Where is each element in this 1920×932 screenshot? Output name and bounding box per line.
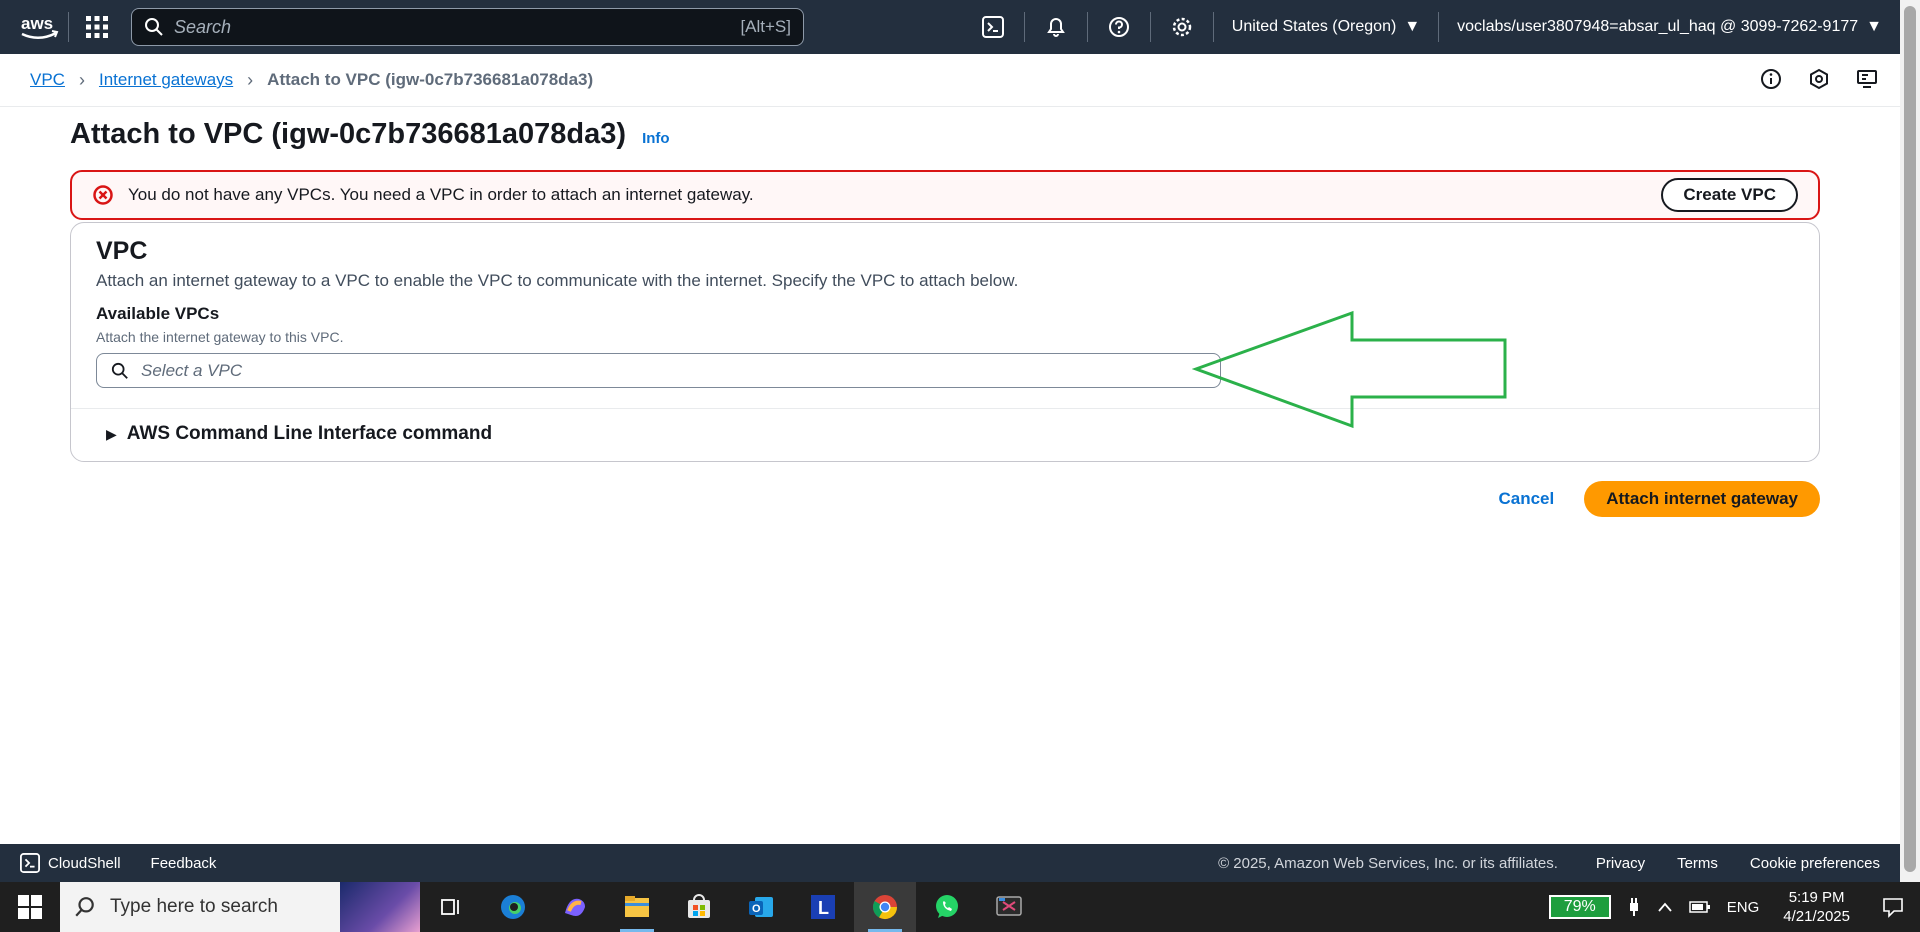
svg-text:L: L bbox=[818, 898, 829, 918]
breadcrumb-current: Attach to VPC (igw-0c7b736681a078da3) bbox=[267, 70, 594, 89]
help-icon[interactable] bbox=[1088, 0, 1150, 54]
panel-heading: VPC bbox=[96, 237, 148, 265]
outlook-icon[interactable]: O bbox=[730, 882, 792, 932]
clock-date: 4/21/2025 bbox=[1783, 908, 1850, 925]
account-menu[interactable]: voclabs/user3807948=absar_ul_haq @ 3099-… bbox=[1439, 0, 1900, 54]
power-plug-icon bbox=[1619, 897, 1649, 917]
error-alert: You do not have any VPCs. You need a VPC… bbox=[70, 170, 1820, 220]
svg-text:aws: aws bbox=[21, 14, 53, 33]
chrome-browser-icon[interactable] bbox=[854, 882, 916, 932]
cloudshell-button[interactable]: CloudShell bbox=[20, 853, 121, 873]
privacy-link[interactable]: Privacy bbox=[1596, 855, 1645, 872]
info-panel-icon[interactable] bbox=[1756, 64, 1786, 94]
vpc-panel: VPC Attach an internet gateway to a VPC … bbox=[70, 222, 1820, 462]
language-indicator[interactable]: ENG bbox=[1719, 899, 1768, 916]
task-view-icon[interactable] bbox=[420, 882, 482, 932]
feedback-link[interactable]: Feedback bbox=[151, 855, 217, 872]
windows-taskbar: Type here to search O L 79% ENG 5:19 PM … bbox=[0, 882, 1920, 932]
search-icon bbox=[75, 897, 94, 917]
svg-text:O: O bbox=[752, 903, 761, 915]
terms-link[interactable]: Terms bbox=[1677, 855, 1718, 872]
search-input[interactable]: Search [Alt+S] bbox=[131, 8, 804, 46]
page-title: Attach to VPC (igw-0c7b736681a078da3) In… bbox=[70, 118, 670, 150]
taskbar-clock[interactable]: 5:19 PM 4/21/2025 bbox=[1767, 888, 1866, 926]
taskbar-search-input[interactable]: Type here to search bbox=[60, 882, 420, 932]
cli-command-expander[interactable]: ▶ AWS Command Line Interface command bbox=[106, 423, 492, 445]
notification-center-icon[interactable] bbox=[1866, 896, 1920, 918]
aws-logo[interactable]: aws bbox=[10, 0, 68, 54]
caret-right-icon: ▶ bbox=[106, 425, 117, 442]
vpc-select-placeholder: Select a VPC bbox=[141, 360, 243, 380]
attach-internet-gateway-button[interactable]: Attach internet gateway bbox=[1584, 481, 1820, 517]
breadcrumb-internet-gateways-link[interactable]: Internet gateways bbox=[99, 70, 233, 90]
search-placeholder: Search bbox=[174, 16, 232, 37]
console-footer: CloudShell Feedback © 2025, Amazon Web S… bbox=[0, 844, 1900, 882]
top-navigation: aws Search [Alt+S] United States (Oregon… bbox=[0, 0, 1900, 54]
windows-start-icon[interactable] bbox=[0, 882, 60, 932]
copyright-text: © 2025, Amazon Web Services, Inc. or its… bbox=[1218, 854, 1558, 872]
cloudshell-icon bbox=[20, 853, 40, 873]
settings-gear-icon[interactable] bbox=[1151, 0, 1213, 54]
region-selector[interactable]: United States (Oregon) ▼ bbox=[1214, 0, 1438, 54]
l-app-icon[interactable]: L bbox=[792, 882, 854, 932]
edge-browser-icon[interactable] bbox=[482, 882, 544, 932]
search-highlight-image bbox=[340, 882, 420, 932]
notifications-bell-icon[interactable] bbox=[1025, 0, 1087, 54]
panel-description: Attach an internet gateway to a VPC to e… bbox=[96, 271, 1019, 290]
cookie-preferences-link[interactable]: Cookie preferences bbox=[1750, 855, 1880, 872]
file-explorer-icon[interactable] bbox=[606, 882, 668, 932]
search-icon bbox=[111, 362, 128, 379]
chevron-right-icon: › bbox=[78, 69, 85, 90]
available-vpcs-description: Attach the internet gateway to this VPC. bbox=[96, 329, 344, 345]
error-circle-icon bbox=[93, 185, 113, 205]
show-hidden-icons-chevron-up-icon[interactable] bbox=[1649, 901, 1681, 913]
green-arrow-annotation bbox=[1192, 310, 1507, 429]
cloudshell-icon[interactable] bbox=[962, 0, 1024, 54]
copilot-icon[interactable] bbox=[544, 882, 606, 932]
chevron-right-icon: › bbox=[247, 69, 254, 90]
scrollbar-thumb[interactable] bbox=[1904, 6, 1916, 872]
vpc-select-input[interactable]: Select a VPC bbox=[96, 353, 1221, 388]
search-icon bbox=[145, 18, 163, 36]
breadcrumb-vpc-link[interactable]: VPC bbox=[30, 70, 65, 90]
create-vpc-button[interactable]: Create VPC bbox=[1661, 178, 1798, 212]
cancel-button[interactable]: Cancel bbox=[1498, 489, 1554, 509]
caret-down-icon: ▼ bbox=[1866, 18, 1882, 35]
form-actions: Cancel Attach internet gateway bbox=[1498, 481, 1820, 517]
search-shortcut-hint: [Alt+S] bbox=[740, 17, 791, 36]
page-scrollbar[interactable] bbox=[1900, 0, 1920, 882]
security-hexagon-icon[interactable] bbox=[1804, 64, 1834, 94]
alert-message: You do not have any VPCs. You need a VPC… bbox=[128, 185, 754, 204]
available-vpcs-label: Available VPCs bbox=[96, 304, 220, 323]
snipping-tool-icon[interactable] bbox=[978, 882, 1040, 932]
info-link[interactable]: Info bbox=[642, 130, 670, 147]
panel-divider bbox=[71, 408, 1819, 409]
battery-indicator[interactable]: 79% bbox=[1548, 895, 1611, 919]
battery-tray-icon[interactable] bbox=[1681, 901, 1719, 913]
microsoft-store-icon[interactable] bbox=[668, 882, 730, 932]
breadcrumb: VPC › Internet gateways › Attach to VPC … bbox=[0, 54, 1900, 107]
services-grid-icon[interactable] bbox=[69, 0, 125, 54]
system-tray: 79% ENG 5:19 PM 4/21/2025 bbox=[1548, 882, 1920, 932]
clock-time: 5:19 PM bbox=[1788, 889, 1845, 906]
caret-down-icon: ▼ bbox=[1404, 18, 1421, 35]
display-settings-icon[interactable] bbox=[1852, 64, 1882, 94]
whatsapp-icon[interactable] bbox=[916, 882, 978, 932]
